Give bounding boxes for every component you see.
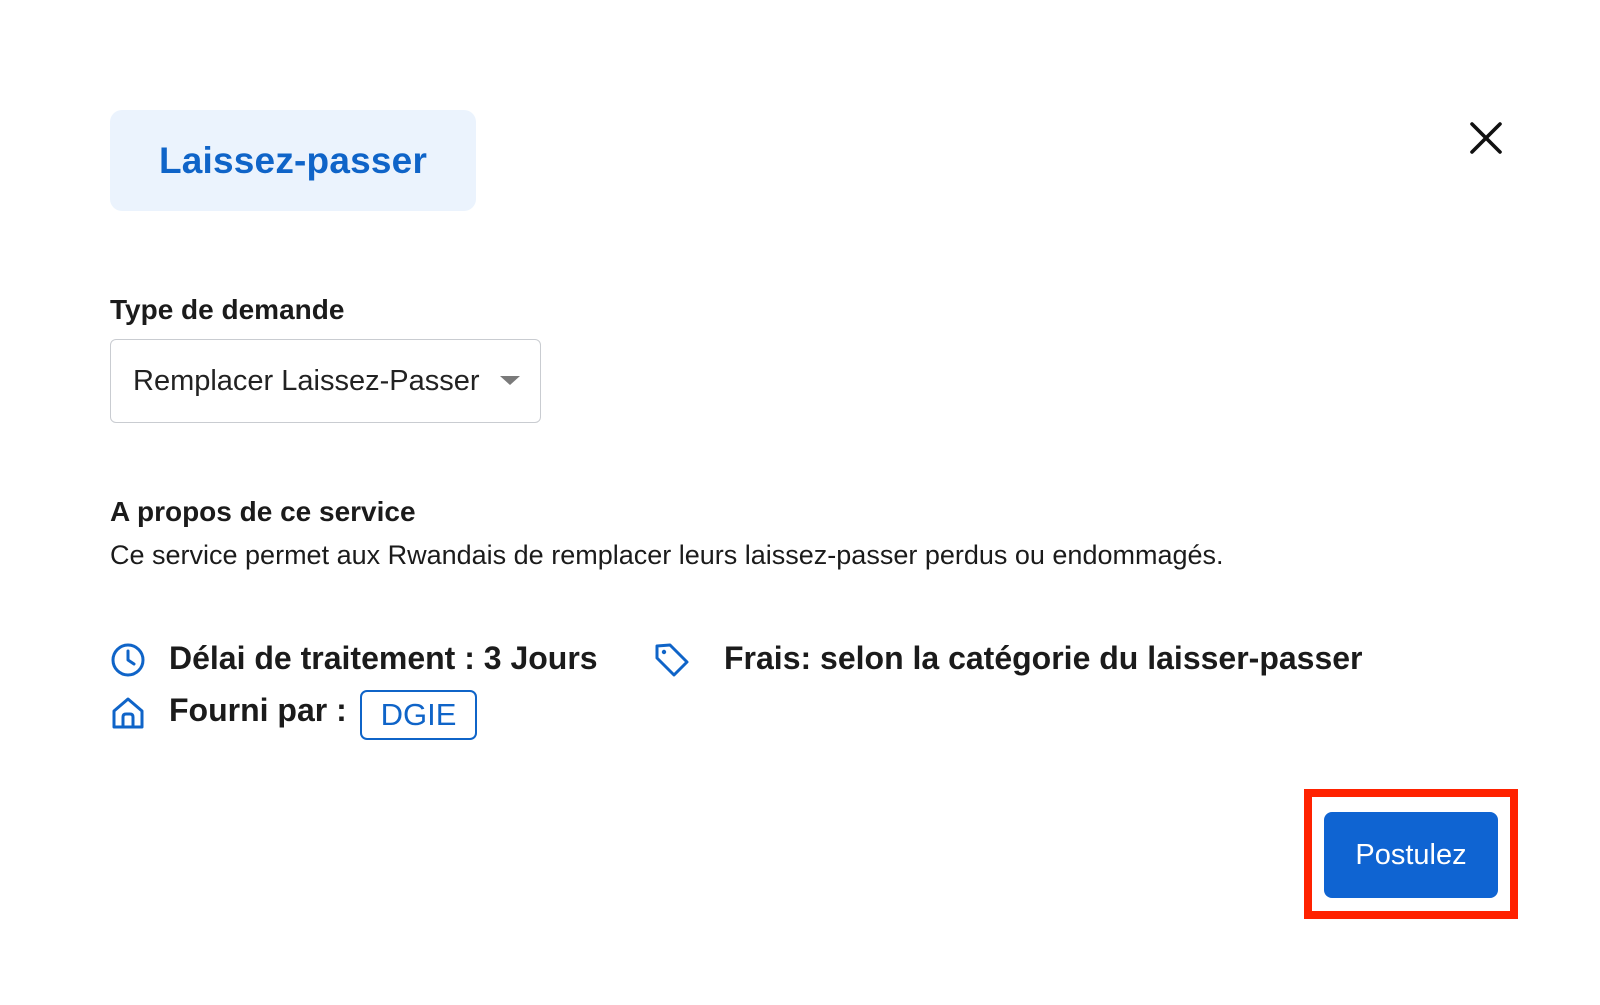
close-icon [1470, 122, 1502, 154]
provider-badge[interactable]: DGIE [360, 690, 477, 740]
clock-icon [109, 641, 147, 679]
about-heading: A propos de ce service [110, 496, 416, 527]
apply-button[interactable]: Postulez [1324, 812, 1498, 898]
processing-time: Délai de traitement : 3 Jours [169, 640, 598, 676]
about-description: Ce service permet aux Rwandais de rempla… [110, 540, 1224, 570]
request-type-select[interactable]: Remplacer Laissez-Passer [110, 339, 541, 423]
service-title-chip: Laissez-passer [110, 110, 476, 211]
tag-icon [653, 641, 691, 679]
provided-by-label: Fourni par : [169, 692, 347, 728]
request-type-label: Type de demande [110, 294, 345, 325]
fees-info: Frais: selon la catégorie du laisser-pas… [724, 640, 1363, 676]
request-type-value: Remplacer Laissez-Passer [133, 364, 480, 397]
service-title: Laissez-passer [158, 139, 428, 181]
caret-down-icon [500, 376, 520, 385]
close-button[interactable] [1462, 114, 1510, 162]
home-icon [109, 694, 147, 732]
